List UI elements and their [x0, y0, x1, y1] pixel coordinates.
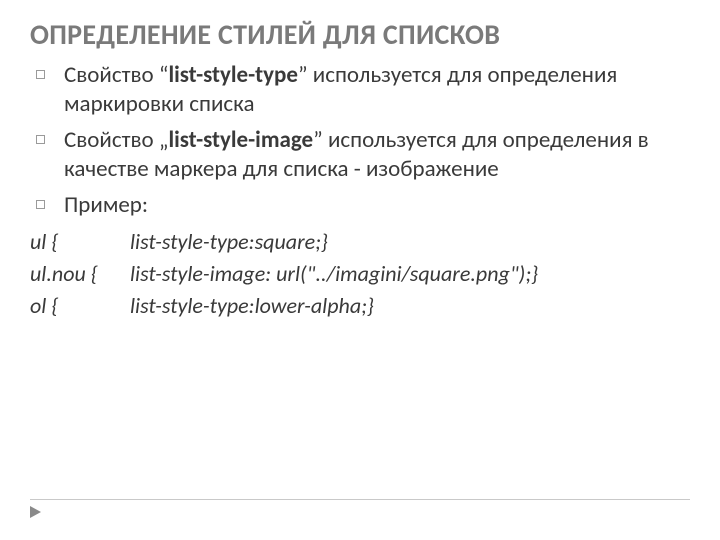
list-item: Пример:	[30, 191, 690, 220]
code-example: ul { list-style-type:square;} ul.nou { l…	[30, 226, 690, 322]
triangle-right-icon	[30, 506, 41, 518]
code-value: list-style-type:square;}	[130, 226, 328, 258]
code-selector: ol {	[30, 290, 130, 322]
code-selector: ul.nou {	[30, 258, 130, 290]
bullet-list: Свойство “list-style-type” используется …	[30, 61, 690, 220]
slide-title: ОПРЕДЕЛЕНИЕ СТИЛЕЙ ДЛЯ СПИСКОВ	[30, 18, 690, 51]
bullet-text-prefix: Свойство „	[64, 126, 168, 154]
slide-footer	[30, 499, 690, 518]
code-line: ol { list-style-type:lower-alpha;}	[30, 290, 690, 322]
bullet-text: Пример:	[64, 191, 148, 219]
square-bullet-icon	[36, 200, 45, 209]
bullet-text-prefix: Свойство “	[64, 61, 168, 89]
list-item: Свойство “list-style-type” используется …	[30, 61, 690, 120]
square-bullet-icon	[36, 70, 45, 79]
bullet-text-bold: list-style-image	[168, 126, 313, 154]
bullet-text-bold: list-style-type	[168, 61, 298, 89]
code-value: list-style-image: url("../imagini/square…	[130, 258, 538, 290]
slide: ОПРЕДЕЛЕНИЕ СТИЛЕЙ ДЛЯ СПИСКОВ Свойство …	[0, 0, 720, 540]
square-bullet-icon	[36, 135, 45, 144]
code-line: ul { list-style-type:square;}	[30, 226, 690, 258]
code-value: list-style-type:lower-alpha;}	[130, 290, 374, 322]
code-line: ul.nou { list-style-image: url("../imagi…	[30, 258, 690, 290]
list-item: Свойство „list-style-image” используется…	[30, 126, 690, 185]
footer-divider	[30, 499, 690, 500]
code-selector: ul {	[30, 226, 130, 258]
